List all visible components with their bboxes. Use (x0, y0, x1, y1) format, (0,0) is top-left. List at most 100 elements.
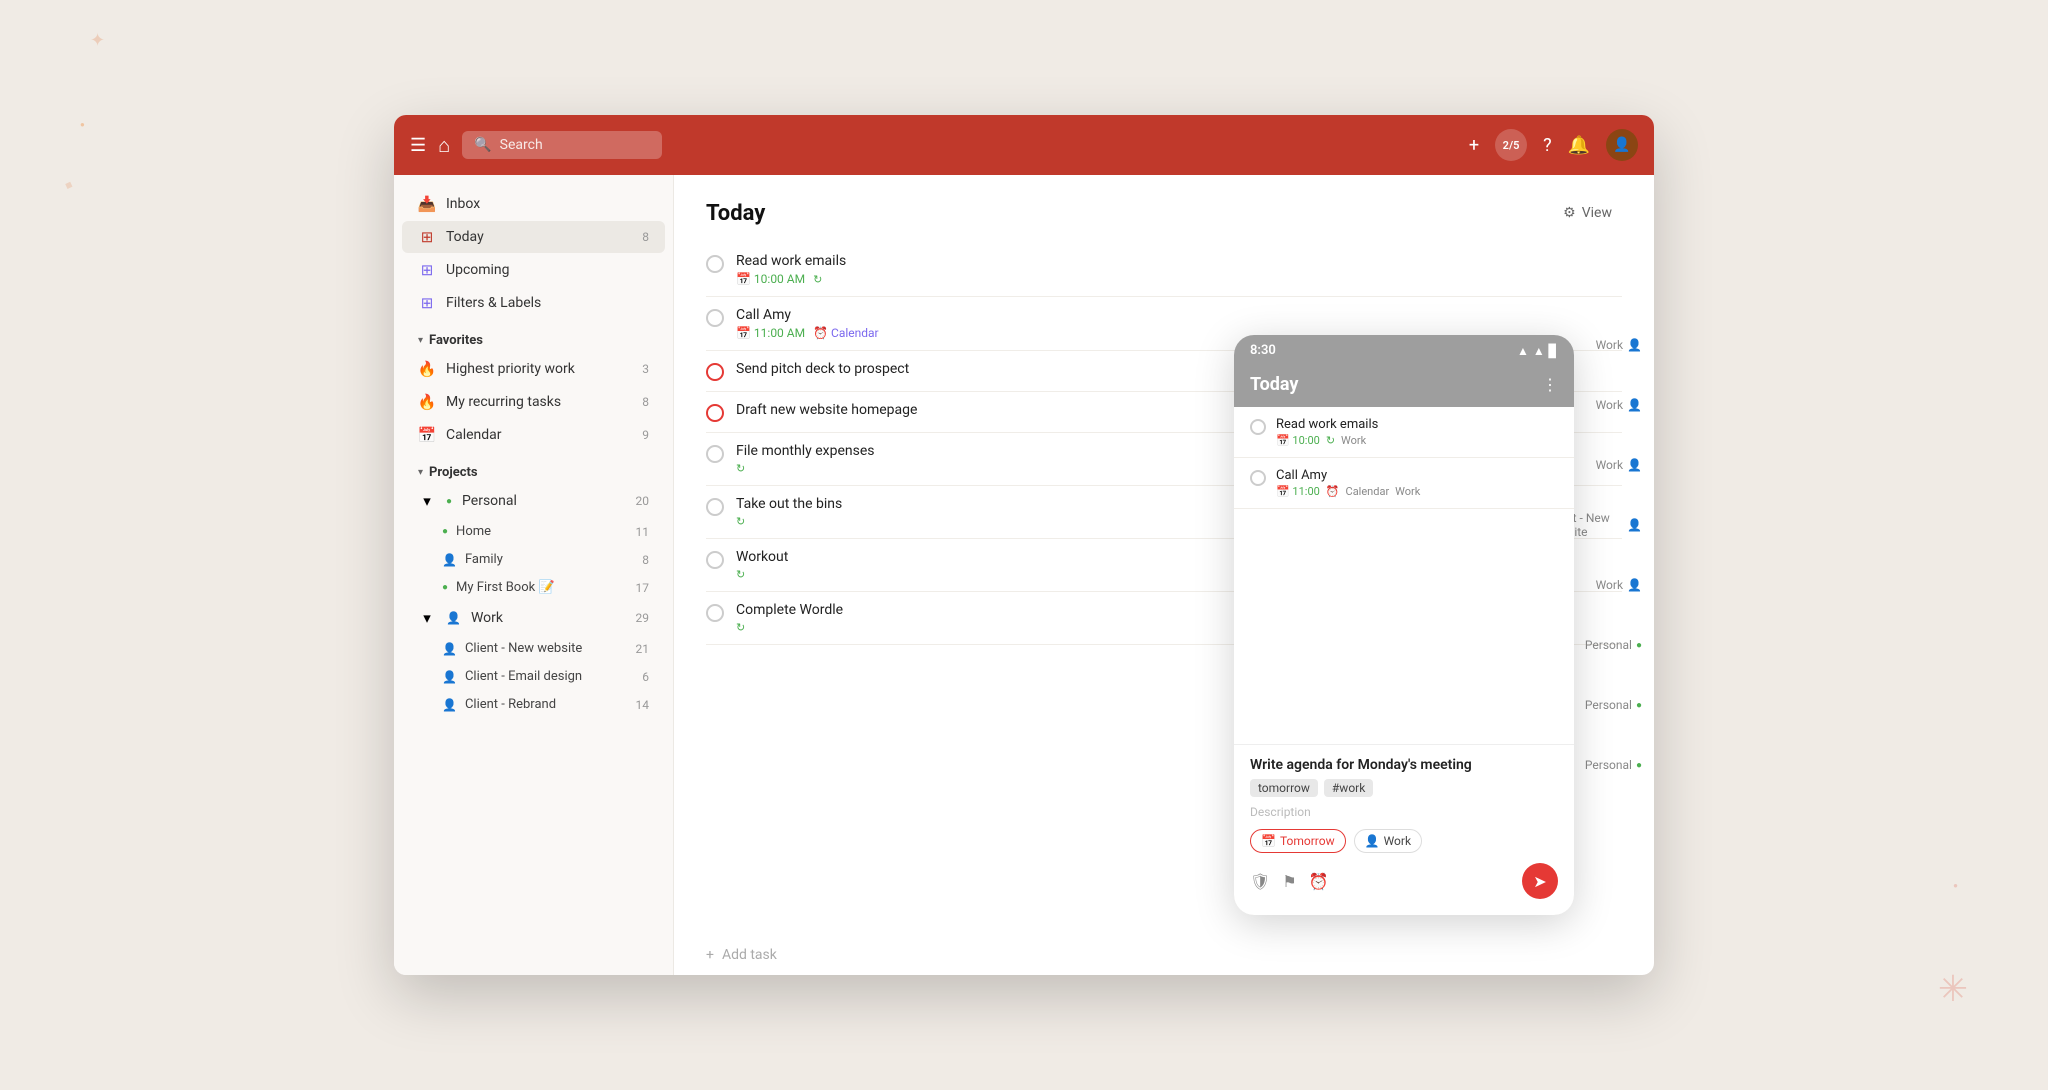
content-header: Today ⚙ View (674, 175, 1654, 243)
mobile-cal-label-1: Calendar (1346, 485, 1390, 498)
calendar-label: Calendar (446, 427, 632, 443)
right-label-text-7: Personal (1585, 758, 1632, 772)
recurring-count: 8 (642, 395, 649, 409)
task-checkbox-6[interactable] (706, 551, 724, 569)
mobile-task-checkbox-0[interactable] (1250, 419, 1266, 435)
filters-label: Filters & Labels (446, 295, 649, 311)
today-label: Today (446, 229, 632, 245)
sidebar-item-upcoming[interactable]: ⊞ Upcoming (402, 254, 665, 286)
first-book-count: 17 (636, 581, 650, 595)
sidebar-item-client-email[interactable]: 👤 Client - Email design 6 (402, 663, 665, 690)
personal-label: Personal (462, 493, 625, 509)
family-count: 8 (642, 553, 649, 567)
right-dot-5: ● (1636, 640, 1642, 651)
bell-icon[interactable]: 🔔 (1568, 135, 1590, 156)
first-book-label: My First Book 📝 (456, 580, 627, 595)
personal-expand-icon: ▾ (418, 492, 436, 510)
projects-section-header[interactable]: ▾ Projects (402, 455, 665, 484)
karma-badge[interactable]: 2/5 (1495, 129, 1527, 161)
sidebar-item-recurring[interactable]: 🔥 My recurring tasks 8 (402, 386, 665, 418)
client-rebrand-label: Client - Rebrand (465, 697, 628, 712)
sidebar-item-inbox[interactable]: 📥 Inbox (402, 188, 665, 220)
sidebar-item-work[interactable]: ▾ 👤 Work 29 (402, 602, 665, 634)
hamburger-icon[interactable]: ☰ (410, 135, 426, 156)
mobile-task-name-0: Read work emails (1276, 417, 1558, 432)
right-dot-6: ● (1636, 700, 1642, 711)
mobile-signal-icons: ▲ ▲ ▊ (1517, 344, 1558, 358)
flame-orange-icon: 🔥 (418, 393, 436, 411)
content-area: Today ⚙ View Read work emails 📅 10:00 AM… (674, 175, 1654, 975)
right-label-text-6: Personal (1585, 698, 1632, 712)
home-label: Home (456, 524, 627, 539)
main-layout: 📥 Inbox ⊞ Today 8 ⊞ Upcoming ⊞ Filters &… (394, 175, 1654, 975)
task-name-0: Read work emails (736, 253, 1622, 269)
tag-pill-tomorrow[interactable]: tomorrow (1250, 779, 1318, 797)
avatar[interactable]: 👤 (1606, 129, 1638, 161)
sidebar-item-home[interactable]: ● Home 11 (402, 518, 665, 545)
sidebar-item-personal[interactable]: ▾ ● Personal 20 (402, 485, 665, 517)
search-placeholder: Search (500, 137, 543, 153)
personal-dot-icon: ● (446, 496, 452, 507)
right-person-icon-4: 👤 (1627, 578, 1642, 592)
task-checkbox-4[interactable] (706, 445, 724, 463)
inbox-label: Inbox (446, 196, 649, 212)
work-label: Work (471, 610, 626, 626)
wifi-icon: ▲ (1517, 344, 1529, 358)
add-task-row[interactable]: + Add task (674, 935, 1654, 975)
right-label-text-2: Work (1596, 458, 1623, 472)
task-checkbox-5[interactable] (706, 498, 724, 516)
task-checkbox-2[interactable] (706, 363, 724, 381)
mobile-task-name-1: Call Amy (1276, 468, 1558, 483)
task-cal-1: ⏰ Calendar (813, 326, 879, 340)
recurring-icon-6: ↻ (736, 568, 745, 581)
search-icon: 🔍 (474, 137, 491, 153)
help-icon[interactable]: ? (1543, 135, 1552, 156)
edit-task-description[interactable]: Description (1250, 805, 1558, 819)
mobile-task-tag-1: Work (1395, 485, 1420, 498)
add-task-icon: + (706, 947, 714, 963)
filters-icon: ⊞ (418, 294, 436, 312)
client-rebrand-icon: 👤 (442, 698, 457, 712)
add-icon[interactable]: + (1469, 135, 1479, 156)
home-icon[interactable]: ⌂ (438, 133, 450, 158)
upcoming-label: Upcoming (446, 262, 649, 278)
mobile-task-tag-0: Work (1341, 434, 1366, 447)
page-title: Today (706, 201, 765, 226)
client-rebrand-count: 14 (636, 698, 650, 712)
sidebar-item-today[interactable]: ⊞ Today 8 (402, 221, 665, 253)
task-checkbox-0[interactable] (706, 255, 724, 273)
table-row: Read work emails 📅 10:00 AM ↻ (706, 243, 1622, 297)
recurring-icon-5: ↻ (736, 515, 745, 528)
sidebar-item-highest-priority[interactable]: 🔥 Highest priority work 3 (402, 353, 665, 385)
task-checkbox-1[interactable] (706, 309, 724, 327)
mobile-cal-icon-1: ⏰ (1326, 485, 1340, 498)
sidebar-item-filters[interactable]: ⊞ Filters & Labels (402, 287, 665, 319)
task-time-0: 📅 10:00 AM (736, 272, 805, 286)
client-email-label: Client - Email design (465, 669, 634, 684)
right-label-text-5: Personal (1585, 638, 1632, 652)
tag-pill-work[interactable]: #work (1324, 779, 1373, 797)
search-bar[interactable]: 🔍 Search (462, 131, 662, 159)
right-label-text-1: Work (1596, 398, 1623, 412)
task-content-0: Read work emails 📅 10:00 AM ↻ (736, 253, 1622, 286)
work-expand-icon: ▾ (418, 609, 436, 627)
sidebar-item-family[interactable]: 👤 Family 8 (402, 546, 665, 573)
sidebar-item-first-book[interactable]: ● My First Book 📝 17 (402, 574, 665, 601)
right-person-icon-1: 👤 (1627, 398, 1642, 412)
personal-count: 20 (636, 494, 650, 508)
sidebar-item-calendar[interactable]: 📅 Calendar 9 (402, 419, 665, 451)
highest-priority-label: Highest priority work (446, 361, 632, 377)
task-checkbox-3[interactable] (706, 404, 724, 422)
task-checkbox-7[interactable] (706, 604, 724, 622)
mobile-task-checkbox-1[interactable] (1250, 470, 1266, 486)
mobile-more-icon[interactable]: ⋮ (1542, 375, 1558, 394)
edit-task-title: Write agenda for Monday's meeting (1250, 757, 1558, 773)
add-task-label: Add task (722, 947, 777, 963)
recurring-icon-7: ↻ (736, 621, 745, 634)
mobile-task-time-1: 📅 11:00 (1276, 485, 1320, 498)
task-name-1: Call Amy (736, 307, 1622, 323)
sidebar-item-client-new-website[interactable]: 👤 Client - New website 21 (402, 635, 665, 662)
sidebar-item-client-rebrand[interactable]: 👤 Client - Rebrand 14 (402, 691, 665, 718)
favorites-section-header[interactable]: ▾ Favorites (402, 323, 665, 352)
calendar-count: 9 (642, 428, 649, 442)
